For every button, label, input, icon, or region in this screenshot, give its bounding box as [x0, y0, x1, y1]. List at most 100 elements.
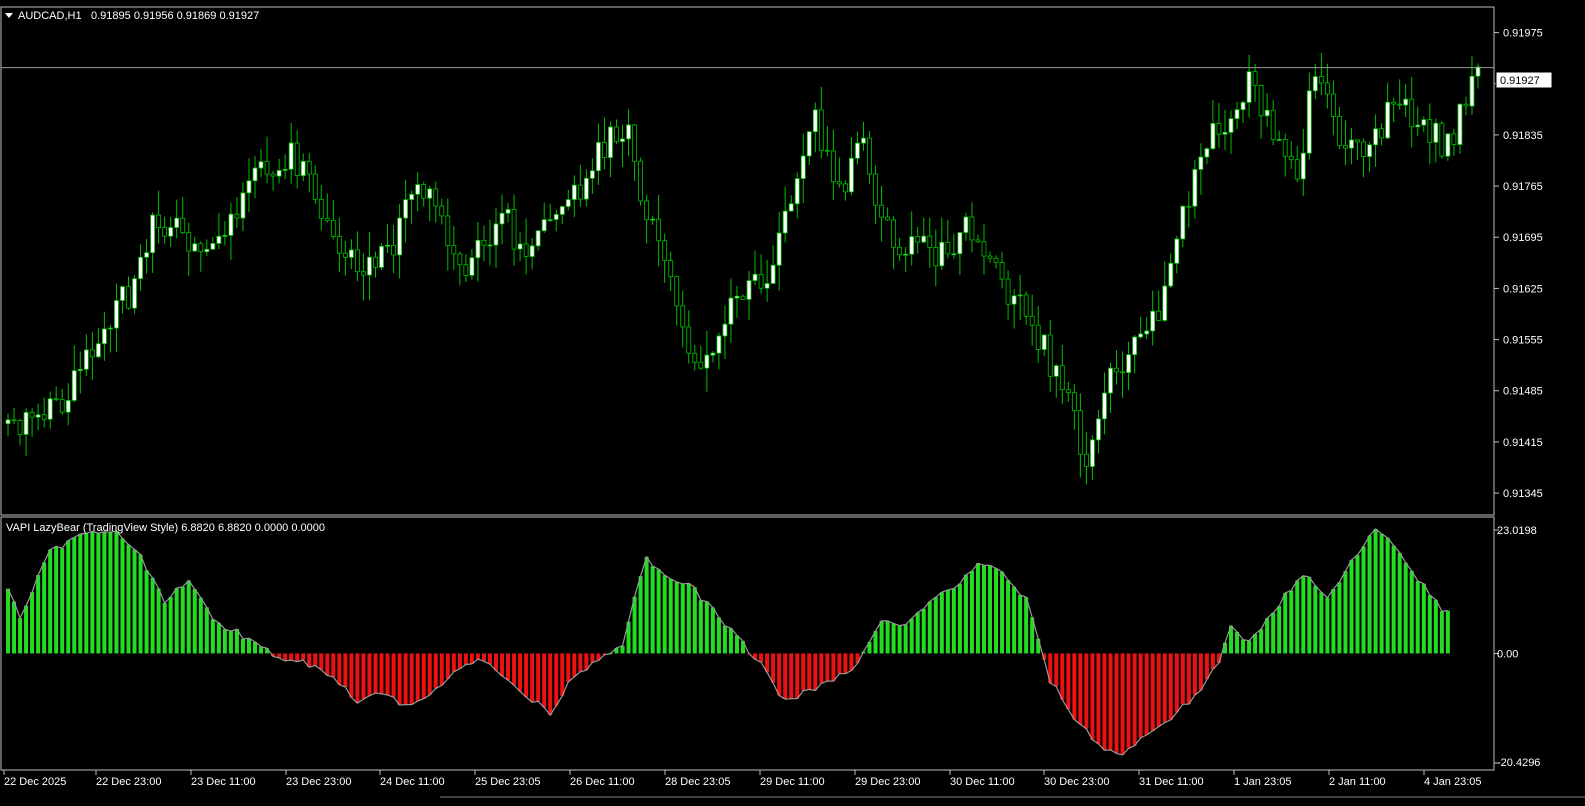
- candle-body: [559, 206, 565, 215]
- candle-body: [150, 214, 155, 254]
- vapi-bar: [722, 625, 727, 654]
- vapi-bar: [48, 549, 53, 654]
- vapi-bar: [1253, 633, 1258, 654]
- vapi-bar: [343, 653, 348, 688]
- candle-body: [1035, 324, 1041, 350]
- candle-body: [1403, 98, 1409, 106]
- candle-body: [1343, 145, 1348, 149]
- candle-body: [698, 361, 704, 369]
- candle-body: [397, 217, 402, 256]
- vapi-bar: [96, 533, 101, 654]
- vapi-bar: [813, 653, 818, 691]
- candle-body: [457, 253, 463, 266]
- vapi-bar: [30, 592, 35, 654]
- candle-body: [535, 230, 541, 247]
- candle-body: [385, 244, 390, 247]
- candle-body: [1439, 122, 1445, 157]
- vapi-bar: [439, 653, 444, 686]
- vapi-bar: [1343, 571, 1348, 654]
- indicator-header: VAPI LazyBear (TradingView Style) 6.8820…: [6, 522, 325, 534]
- candle-body: [1240, 101, 1246, 111]
- candle-body: [89, 349, 95, 358]
- vapi-bar: [12, 601, 17, 654]
- candle-body: [1379, 128, 1385, 139]
- vapi-bar: [138, 554, 143, 654]
- vapi-bar: [391, 653, 396, 698]
- candle-body: [891, 219, 897, 248]
- chart-canvas[interactable]: 0.919750.919050.918350.917650.916950.916…: [0, 0, 1585, 806]
- candle-body: [234, 213, 240, 219]
- candle-body: [77, 369, 83, 372]
- vapi-bar: [222, 629, 227, 654]
- vapi-bar: [475, 653, 480, 660]
- vapi-bar: [1247, 640, 1252, 654]
- vapi-bar: [168, 596, 173, 654]
- vapi-bar: [530, 653, 535, 703]
- vapi-bar: [1180, 653, 1185, 705]
- candle-body: [246, 180, 252, 194]
- candle-body: [626, 124, 631, 140]
- vapi-bar: [301, 653, 306, 660]
- candle-body: [1096, 418, 1101, 441]
- candle-body: [493, 223, 499, 246]
- vapi-bar: [102, 531, 107, 654]
- vapi-bar: [108, 532, 113, 654]
- vapi-bar: [1024, 597, 1029, 654]
- time-tick-label: 1 Jan 23:05: [1234, 776, 1292, 788]
- vapi-bar: [198, 597, 203, 654]
- vapi-bar: [716, 617, 721, 654]
- price-tick-label: 0.91765: [1503, 181, 1543, 193]
- candle-body: [1059, 365, 1065, 391]
- vapi-bar: [132, 549, 137, 654]
- candle-body: [1053, 365, 1059, 377]
- candle-body: [1156, 310, 1162, 321]
- vapi-bar: [963, 574, 968, 654]
- candle-body: [71, 370, 77, 401]
- vapi-bar: [1337, 582, 1342, 654]
- candle-body: [138, 256, 143, 280]
- vapi-bar: [1361, 546, 1366, 654]
- candle-body: [1132, 336, 1137, 356]
- time-tick-label: 4 Jan 23:05: [1424, 776, 1482, 788]
- candle-body: [192, 243, 198, 252]
- vapi-bar: [1108, 653, 1113, 750]
- vapi-bar: [289, 653, 294, 661]
- candle-body: [933, 247, 939, 267]
- candle-body: [1361, 141, 1366, 157]
- vapi-bar: [1283, 592, 1288, 654]
- vapi-bar: [825, 653, 830, 682]
- candle-body: [662, 240, 668, 262]
- vapi-bar: [638, 576, 643, 654]
- candle-body: [1168, 262, 1174, 287]
- candle-body: [83, 349, 89, 370]
- candle-body: [126, 286, 131, 309]
- candle-body: [1391, 101, 1397, 105]
- symbol-header: AUDCAD,H1 0.91895 0.91956 0.91869 0.9192…: [5, 10, 259, 22]
- vapi-bar: [518, 653, 523, 692]
- vapi-bar: [945, 589, 950, 654]
- vapi-bar: [451, 653, 456, 672]
- price-tick-label: 0.91415: [1503, 437, 1543, 449]
- vapi-bar: [783, 653, 788, 700]
- candle-body: [1029, 315, 1035, 326]
- candle-body: [710, 352, 716, 356]
- vapi-bar: [975, 563, 980, 654]
- candle-body: [644, 200, 650, 221]
- ohlc-values: 0.91895 0.91956 0.91869 0.91927: [91, 10, 259, 22]
- candle-body: [981, 241, 987, 257]
- candle-body: [445, 215, 451, 246]
- candle-body: [824, 149, 830, 152]
- vapi-bar: [1150, 653, 1155, 731]
- vapi-bar: [988, 565, 993, 654]
- candle-body: [987, 255, 993, 259]
- vapi-bar: [1355, 555, 1360, 654]
- vapi-bar: [331, 653, 336, 677]
- vapi-bar: [114, 530, 119, 654]
- candle-body: [240, 192, 246, 219]
- candle-body: [1409, 98, 1415, 128]
- vapi-bar: [1096, 653, 1101, 744]
- candle-body: [415, 184, 421, 195]
- candle-body: [963, 216, 969, 233]
- vapi-bar: [1168, 653, 1173, 720]
- candle-body: [391, 244, 396, 256]
